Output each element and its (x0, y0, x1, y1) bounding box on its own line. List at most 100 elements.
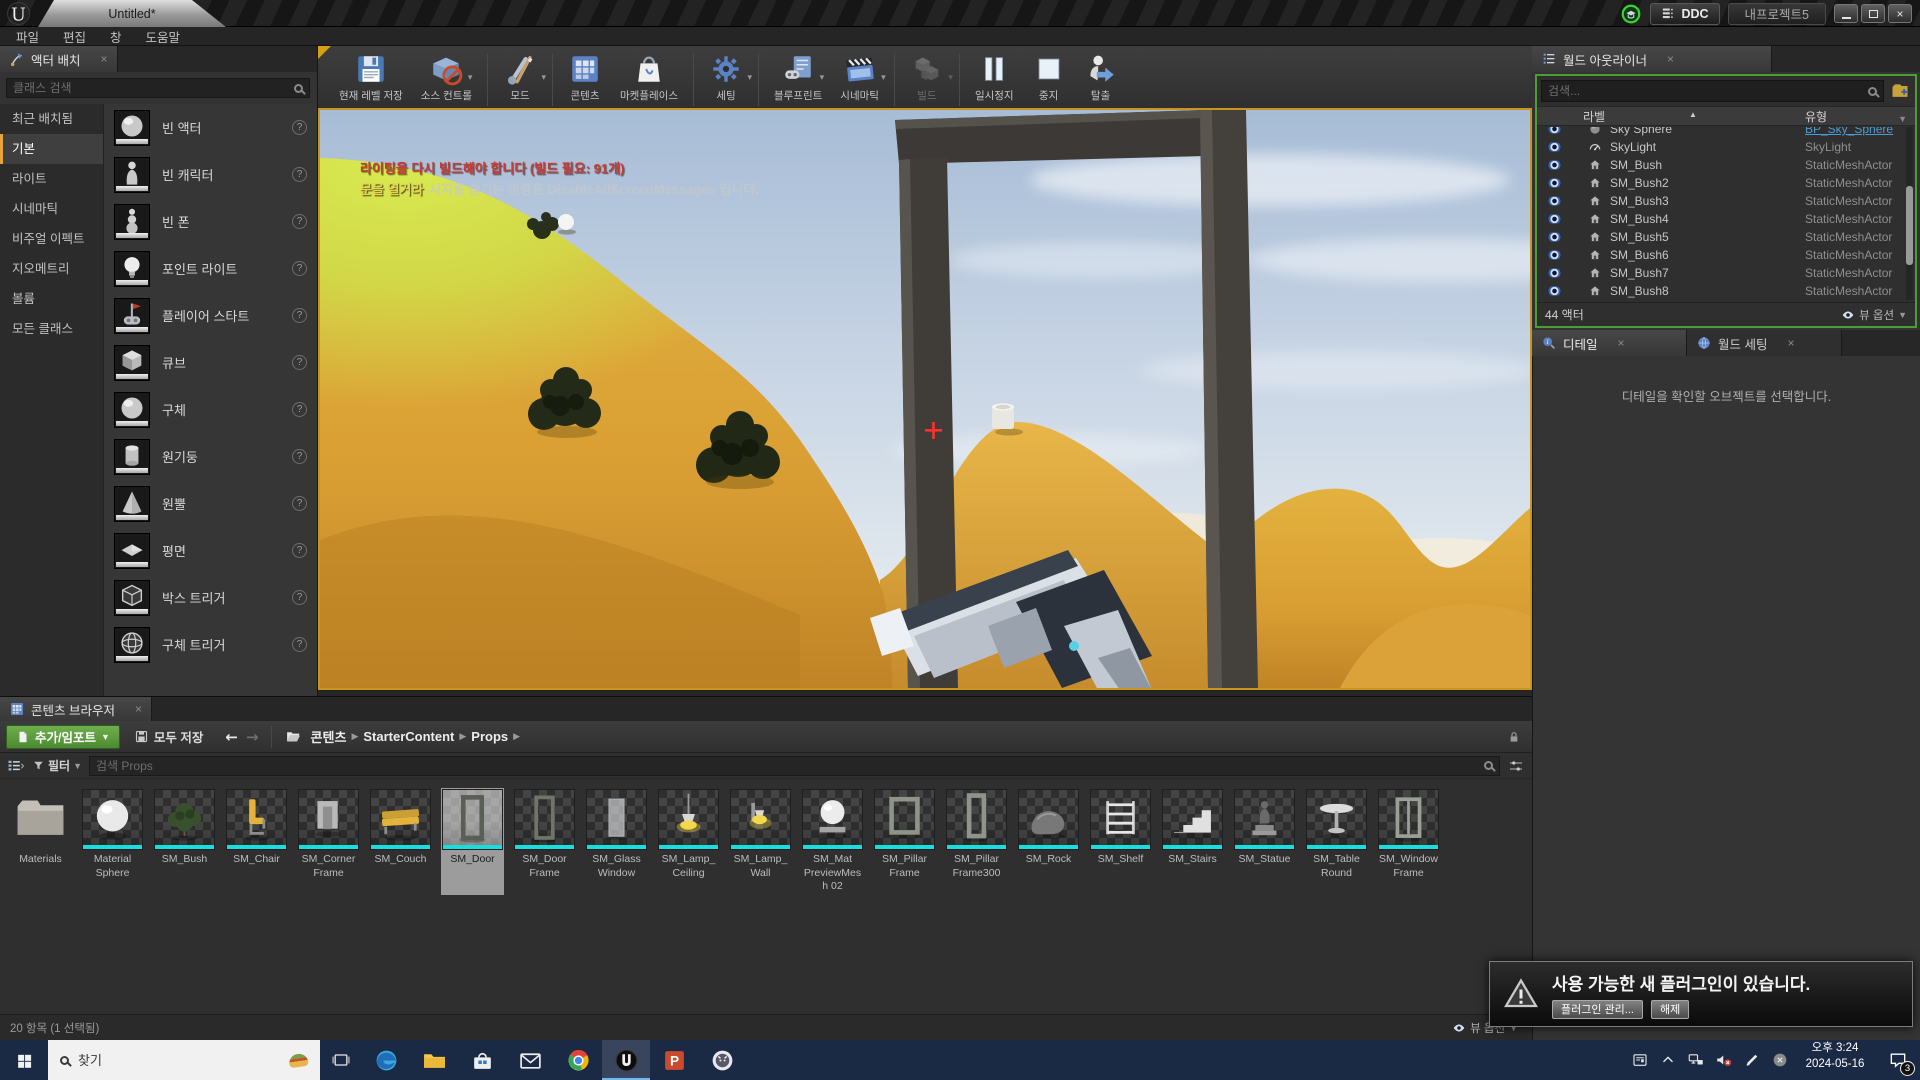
help-icon[interactable]: ? (292, 449, 307, 464)
place-item[interactable]: 박스 트리거? (104, 574, 317, 621)
filter-button[interactable]: 필터 ▼ (32, 757, 82, 774)
maximize-button[interactable] (1861, 4, 1885, 23)
tray-network-button[interactable] (1682, 1051, 1710, 1069)
outliner-search-input[interactable] (1548, 84, 1864, 98)
place-item[interactable]: 구체 트리거? (104, 621, 317, 668)
class-search-box[interactable] (6, 78, 310, 98)
toolbar-save-button[interactable]: 현재 레벨 저장 (330, 50, 412, 105)
toolbar-marketplace-button[interactable]: 마켓플레이스 (611, 50, 687, 105)
add-import-button[interactable]: 추가/임포트 ▼ (6, 725, 120, 749)
place-item[interactable]: 원기둥? (104, 433, 317, 480)
menu-item-1[interactable]: 편집 (51, 27, 98, 46)
asset-tile[interactable]: SM_Stairs (1161, 788, 1224, 895)
ddc-button[interactable]: DDC (1650, 3, 1719, 25)
close-button[interactable]: × (1888, 4, 1912, 23)
asset-tile[interactable]: SM_Door (441, 788, 504, 895)
dropdown-caret-icon[interactable]: ▾ (948, 73, 953, 83)
asset-tile[interactable]: SM_Statue (1233, 788, 1296, 895)
outliner-scrollbar[interactable] (1906, 127, 1913, 300)
place-item[interactable]: 빈 캐릭터? (104, 151, 317, 198)
taskbar-search-input[interactable] (78, 1053, 280, 1068)
manage-plugins-button[interactable]: 플러그인 관리... (1552, 1000, 1643, 1019)
place-category-7[interactable]: 모든 클래스 (0, 314, 103, 344)
asset-tile[interactable]: SM_Pillar Frame (873, 788, 936, 895)
taskbar-app-chrome[interactable] (554, 1040, 602, 1080)
help-icon[interactable]: ? (292, 496, 307, 511)
level-viewport[interactable]: 라이팅을 다시 빌드해야 합니다 (빌드 필요: 91개) 문을 열거라 시지를… (318, 108, 1532, 690)
tray-xcircle-button[interactable] (1766, 1051, 1794, 1069)
create-folder-icon[interactable] (1889, 81, 1911, 101)
place-category-6[interactable]: 볼륨 (0, 284, 103, 314)
taskbar-app-mail[interactable] (506, 1040, 554, 1080)
project-name-button[interactable]: 내프로젝트5 (1728, 3, 1826, 25)
tab-place-actors[interactable]: 액터 배치 × (0, 46, 118, 72)
minimize-button[interactable] (1834, 4, 1858, 23)
asset-search-input[interactable] (96, 759, 1480, 773)
visibility-eye-icon[interactable] (1547, 142, 1562, 152)
asset-tile[interactable]: SM_Pillar Frame300 (945, 788, 1008, 895)
visibility-eye-icon[interactable] (1547, 286, 1562, 296)
toolbar-pause-button[interactable]: 일시정지 (966, 50, 1023, 105)
help-icon[interactable]: ? (292, 167, 307, 182)
visibility-eye-icon[interactable] (1547, 214, 1562, 224)
action-center-button[interactable]: 3 (1876, 1040, 1920, 1080)
visibility-eye-icon[interactable] (1547, 250, 1562, 260)
visibility-eye-icon[interactable] (1547, 127, 1562, 134)
toolbar-eject-button[interactable]: 탈출 (1075, 50, 1127, 105)
taskbar-app-github[interactable] (698, 1040, 746, 1080)
outliner-row[interactable]: SM_Bush2StaticMeshActor (1537, 174, 1915, 192)
outliner-search-box[interactable] (1541, 80, 1884, 102)
outliner-row[interactable]: SM_Bush6StaticMeshActor (1537, 246, 1915, 264)
asset-tile[interactable]: Materials (9, 788, 72, 895)
asset-tile[interactable]: SM_Window Frame (1377, 788, 1440, 895)
view-settings-icon[interactable] (1507, 757, 1525, 775)
close-icon[interactable]: × (135, 702, 142, 716)
tray-volmute-button[interactable] (1710, 1051, 1738, 1069)
asset-tile[interactable]: SM_Door Frame (513, 788, 576, 895)
outliner-view-options[interactable]: 뷰 옵션 ▼ (1841, 307, 1907, 323)
place-category-5[interactable]: 지오메트리 (0, 254, 103, 284)
dropdown-caret-icon[interactable]: ▾ (468, 73, 473, 83)
level-tab[interactable]: Untitled* (38, 0, 226, 27)
help-icon[interactable]: ? (292, 308, 307, 323)
widget-taco-icon[interactable] (288, 1052, 309, 1068)
toolbar-content-button[interactable]: 콘텐츠 (559, 50, 611, 105)
sources-panel-icon[interactable] (7, 757, 25, 775)
taskbar-app-ppt[interactable]: P (650, 1040, 698, 1080)
label-column-header[interactable]: 라벨 (1583, 110, 1605, 124)
outliner-row[interactable]: SM_Bush5StaticMeshActor (1537, 228, 1915, 246)
help-icon[interactable]: ? (292, 214, 307, 229)
toolbar-modes-button[interactable]: ▾모드 (494, 50, 546, 105)
breadcrumb-item-1[interactable]: StarterContent (363, 729, 454, 744)
start-button[interactable] (0, 1040, 48, 1080)
outliner-header[interactable]: 라벨 ▲ 유형 ▼ (1537, 106, 1915, 126)
help-icon[interactable]: ? (292, 261, 307, 276)
taskbar-search[interactable] (48, 1040, 320, 1080)
close-icon[interactable]: × (1618, 336, 1625, 350)
visibility-eye-icon[interactable] (1547, 160, 1562, 170)
breadcrumb-item-0[interactable]: 콘텐츠 (311, 727, 347, 746)
place-item[interactable]: 빈 폰? (104, 198, 317, 245)
asset-tile[interactable]: SM_Chair (225, 788, 288, 895)
taskbar-app-edge[interactable] (362, 1040, 410, 1080)
menu-item-0[interactable]: 파일 (4, 27, 51, 46)
taskbar-app-ue[interactable] (602, 1040, 650, 1080)
asset-tile[interactable]: SM_Rock (1017, 788, 1080, 895)
place-item[interactable]: 원뿔? (104, 480, 317, 527)
tab-details[interactable]: i 디테일 × (1532, 330, 1687, 356)
outliner-row[interactable]: SM_BushStaticMeshActor (1537, 156, 1915, 174)
tutorial-status-icon[interactable] (1620, 3, 1642, 25)
type-sort-icon[interactable]: ▼ (1898, 109, 1907, 129)
tab-world-outliner[interactable]: 월드 아웃라이너 × (1532, 46, 1772, 72)
place-item[interactable]: 구체? (104, 386, 317, 433)
forward-button[interactable]: → (246, 728, 259, 746)
tray-chevup-button[interactable] (1654, 1051, 1682, 1069)
place-category-0[interactable]: 최근 배치됨 (0, 104, 103, 134)
close-icon[interactable]: × (100, 52, 107, 66)
actor-type[interactable]: BP_Sky_Sphere (1805, 127, 1893, 136)
help-icon[interactable]: ? (292, 120, 307, 135)
asset-tile[interactable]: SM_Lamp_ Ceiling (657, 788, 720, 895)
tab-content-browser[interactable]: 콘텐츠 브라우저 × (0, 697, 152, 721)
place-item[interactable]: 큐브? (104, 339, 317, 386)
task-view-button[interactable] (320, 1040, 362, 1080)
